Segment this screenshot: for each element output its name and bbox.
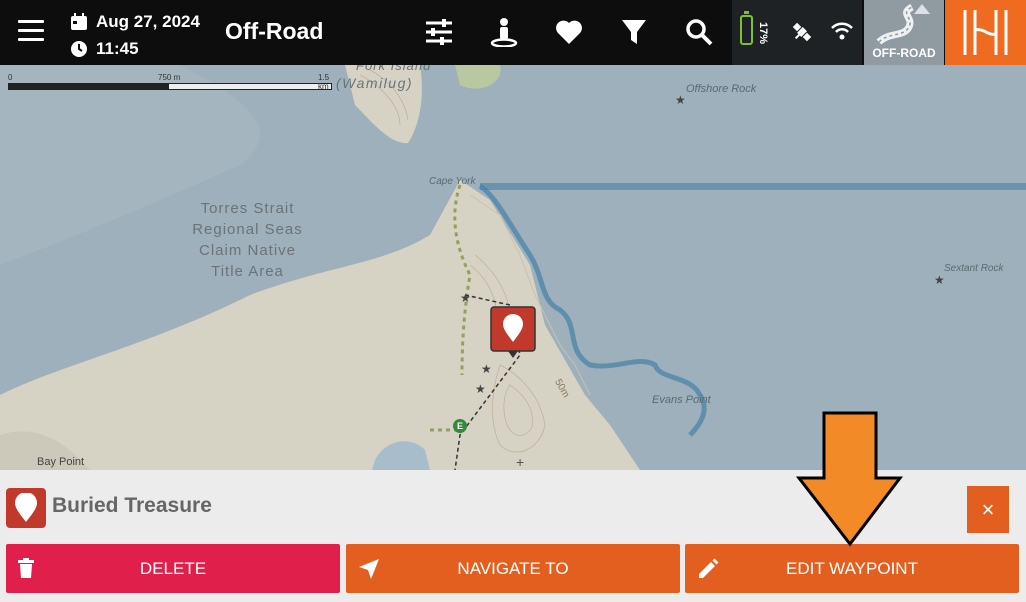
scale-label-zero: 0 (8, 73, 13, 82)
close-button[interactable]: × (967, 486, 1009, 533)
region-line: Regional Seas (192, 221, 303, 238)
offroad-road-icon (876, 3, 930, 45)
offroad-mode-tile[interactable]: OFF-ROAD (864, 0, 944, 65)
pencil-icon (697, 558, 719, 585)
map-label-bay-point: Bay Point (37, 456, 85, 468)
search-icon[interactable] (681, 14, 717, 50)
time-text: 11:45 (96, 39, 139, 58)
page-title: Off-Road (225, 18, 324, 44)
heart-icon[interactable] (551, 14, 587, 50)
svg-text:★: ★ (934, 273, 945, 287)
waypoint-map-pin[interactable] (490, 306, 536, 365)
delete-label: DELETE (139, 558, 207, 578)
battery-icon (740, 11, 753, 45)
delete-button[interactable]: DELETE (6, 544, 340, 593)
edit-label: EDIT WAYPOINT (786, 558, 918, 578)
region-line: Torres Strait (200, 200, 295, 217)
settings-sliders-icon[interactable] (421, 14, 457, 50)
offroad-mode-label: OFF-ROAD (872, 46, 936, 60)
navigate-label: NAVIGATE TO (457, 558, 569, 578)
person-location-icon[interactable] (486, 14, 522, 50)
down-arrow-annotation (796, 411, 904, 547)
map-marker-e[interactable]: E (453, 419, 467, 433)
svg-text:★: ★ (460, 291, 471, 305)
top-bar: Aug 27, 2024 11:45 Off-Road 17% OFF-ROAD (0, 0, 1026, 65)
map-scale: 0 750 m 1.5 km (8, 73, 338, 91)
wifi-icon (830, 20, 854, 47)
edit-waypoint-button[interactable]: EDIT WAYPOINT (685, 544, 1019, 593)
waypoint-name: Buried Treasure (52, 494, 212, 517)
trash-icon (18, 558, 34, 583)
date-text: Aug 27, 2024 (96, 12, 200, 31)
map-region-label: Torres Strait Regional Seas Claim Native… (185, 198, 310, 282)
scale-label-mid: 750 m (158, 73, 181, 82)
svg-text:+: + (516, 454, 524, 470)
svg-text:★: ★ (475, 382, 486, 396)
map-label-evans-point: Evans Point (652, 394, 711, 406)
calendar-icon (71, 12, 87, 30)
map-label-fork-island: Fork Island (356, 65, 432, 73)
map-label-offshore-rock: Offshore Rock (686, 83, 757, 95)
app-logo[interactable] (945, 0, 1026, 65)
map-label-cape-york: Cape York (429, 176, 476, 187)
satellite-icon (790, 20, 814, 49)
navigate-to-button[interactable]: NAVIGATE TO (346, 544, 680, 593)
date-time: Aug 27, 2024 11:45 (70, 8, 200, 62)
region-line: Claim Native (198, 242, 297, 259)
map-label-sextant-rock: Sextant Rock (944, 263, 1004, 274)
filter-icon[interactable] (616, 14, 652, 50)
waypoint-pin-icon (6, 488, 46, 528)
map-label-wamilug: (Wamilug) (336, 75, 414, 91)
svg-text:★: ★ (675, 93, 686, 107)
scale-label-end: 1.5 km (318, 73, 330, 91)
menu-icon[interactable] (18, 20, 44, 44)
scale-bar (8, 83, 332, 90)
battery-percent: 17% (757, 22, 769, 45)
navigation-arrow-icon (358, 558, 380, 585)
region-line: Title Area (211, 263, 284, 280)
status-area: 17% (732, 0, 862, 65)
clock-icon (71, 40, 87, 57)
